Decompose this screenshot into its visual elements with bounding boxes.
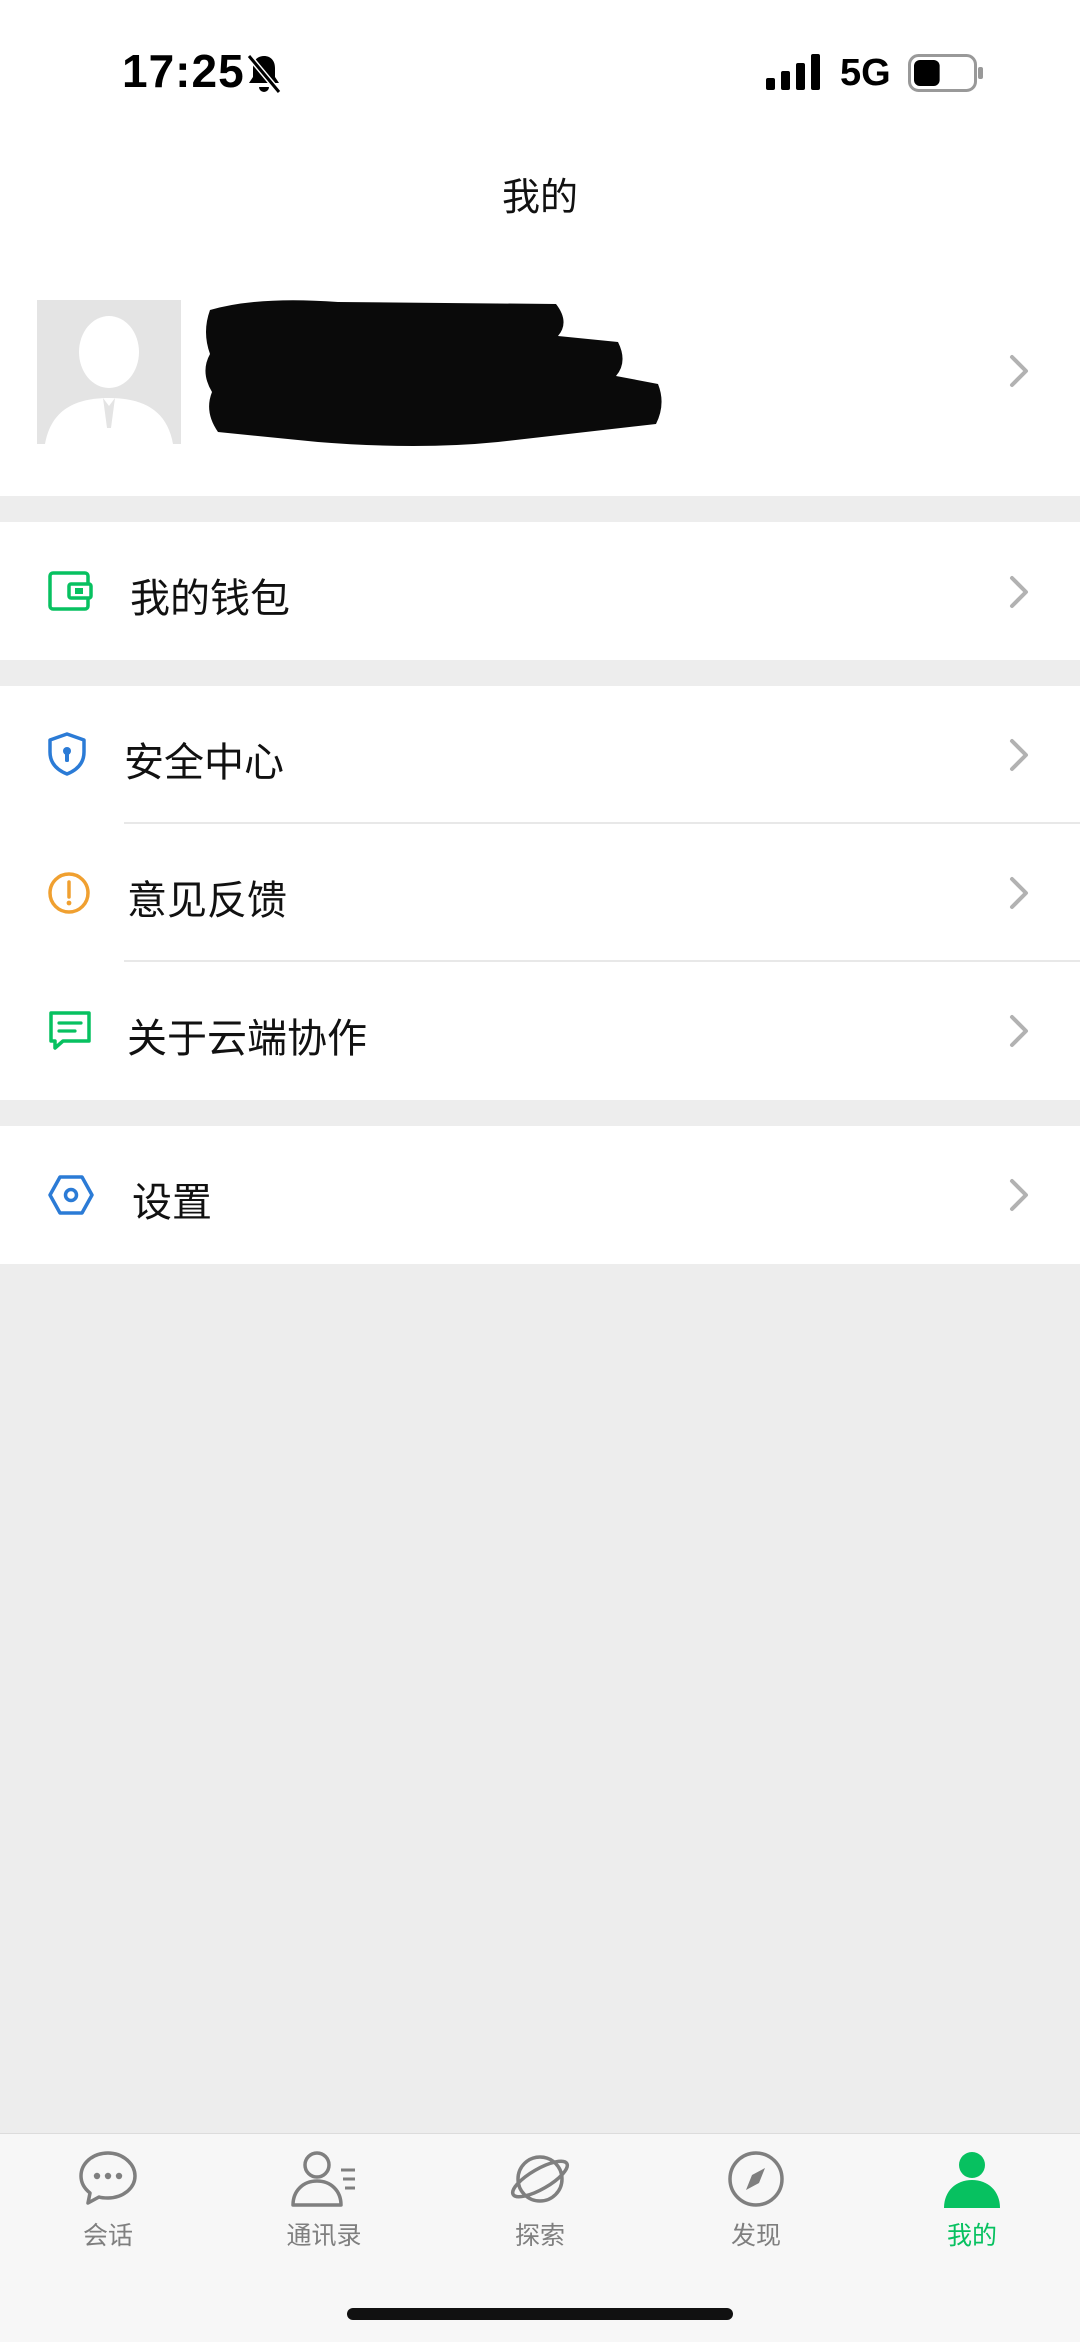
network-type: 5G xyxy=(840,52,891,94)
person-icon xyxy=(944,2152,1000,2208)
contacts-icon xyxy=(291,2151,355,2207)
settings-label: 设置 xyxy=(132,1180,212,1226)
shield-icon xyxy=(48,732,86,776)
chevron-right-icon xyxy=(1010,877,1028,909)
tab-label: 我的 xyxy=(946,2221,997,2250)
battery-icon xyxy=(908,54,983,92)
avatar[interactable] xyxy=(37,300,181,444)
status-time: 17:25 xyxy=(122,45,245,97)
compass-icon xyxy=(728,2151,784,2207)
tab-me[interactable]: 我的 xyxy=(864,2148,1080,2278)
chevron-right-icon xyxy=(1010,1015,1028,1047)
tab-label: 通讯录 xyxy=(286,2221,362,2250)
chevron-right-icon xyxy=(1010,1179,1028,1211)
wallet-icon xyxy=(48,571,93,611)
about-label: 关于云端协作 xyxy=(127,1016,367,1062)
tab-explore[interactable]: 探索 xyxy=(432,2148,648,2278)
tab-label: 会话 xyxy=(82,2221,133,2250)
tab-chat[interactable]: 会话 xyxy=(0,2148,216,2278)
chat-bubble-icon xyxy=(79,2151,137,2205)
feedback-label: 意见反馈 xyxy=(127,878,287,924)
tab-contacts[interactable]: 通讯录 xyxy=(216,2148,432,2278)
security-label: 安全中心 xyxy=(124,740,284,786)
settings-hexagon-icon xyxy=(48,1175,94,1215)
chevron-right-icon xyxy=(1010,739,1028,771)
tab-label: 探索 xyxy=(514,2221,565,2250)
chevron-right-icon xyxy=(1010,576,1028,608)
bell-muted-icon xyxy=(246,54,282,94)
page-title: 我的 xyxy=(501,175,578,219)
exclamation-circle-icon xyxy=(48,872,90,914)
tab-label: 发现 xyxy=(730,2221,781,2250)
planet-icon xyxy=(510,2155,570,2203)
wallet-label: 我的钱包 xyxy=(130,576,290,622)
message-icon xyxy=(49,1011,91,1050)
redacted-username xyxy=(205,300,662,446)
home-indicator xyxy=(347,2308,733,2320)
default-avatar-icon xyxy=(37,300,181,444)
cellular-signal-icon xyxy=(766,54,820,90)
tab-discover[interactable]: 发现 xyxy=(648,2148,864,2278)
chevron-right-icon xyxy=(1010,355,1028,387)
